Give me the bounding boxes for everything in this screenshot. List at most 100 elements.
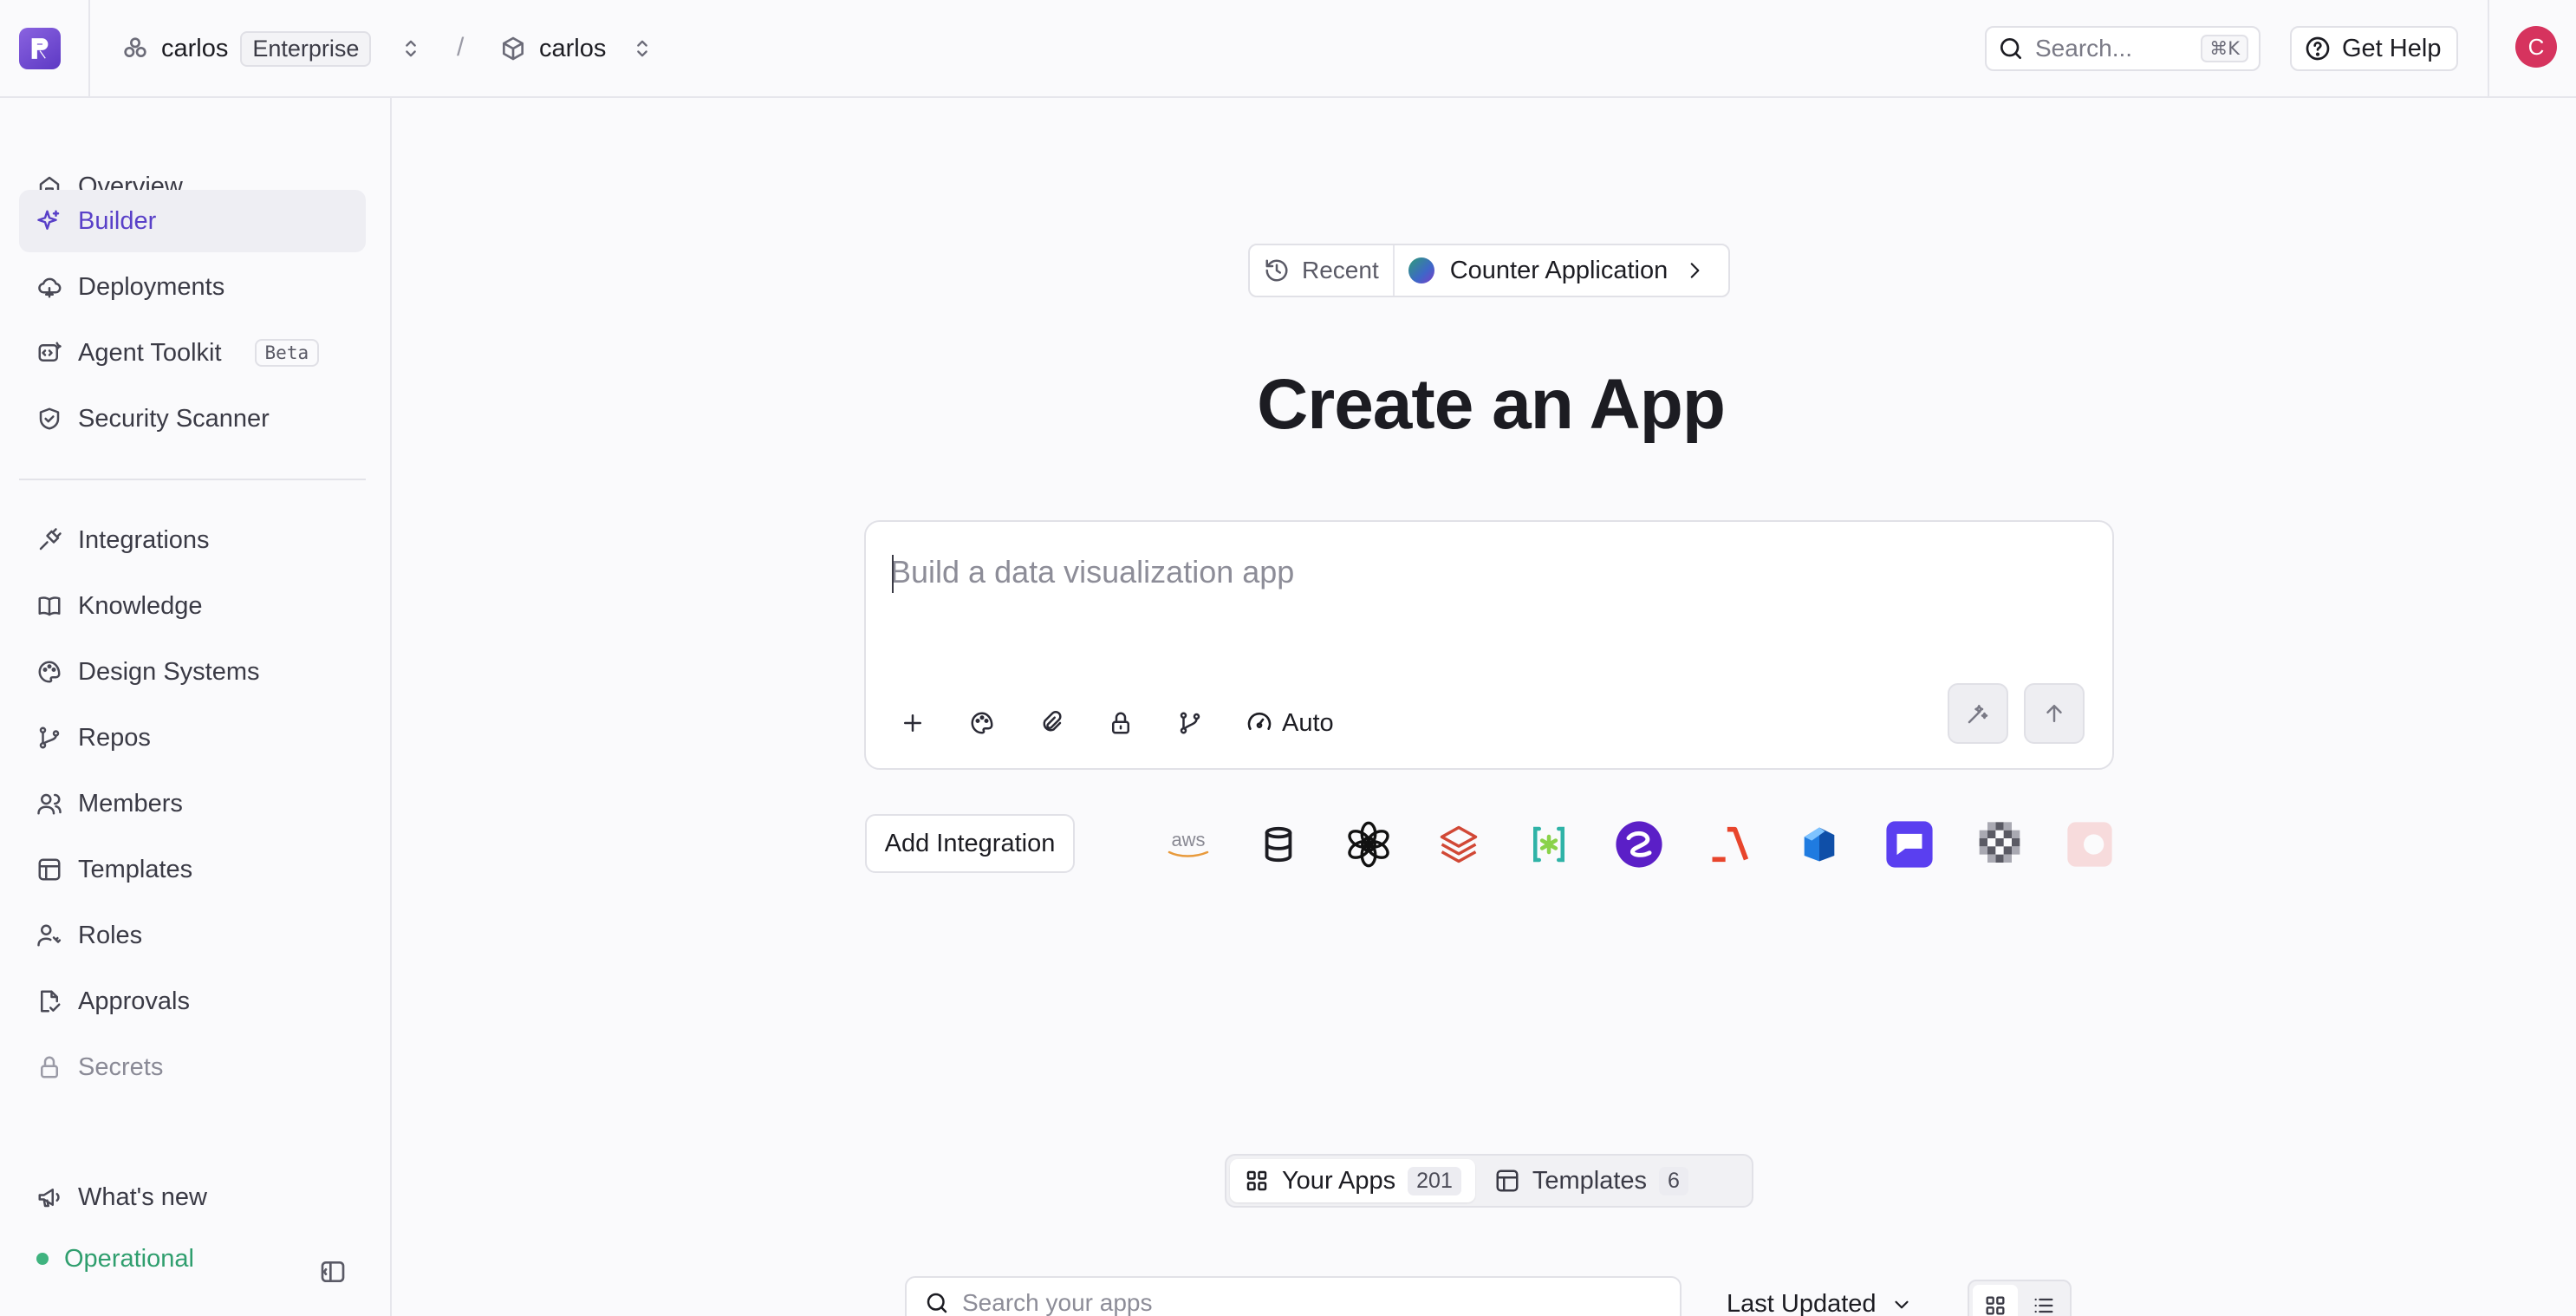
tab-count: 6	[1659, 1166, 1688, 1195]
model-mode-selector[interactable]: Auto	[1246, 704, 1334, 742]
paperclip-icon	[1043, 710, 1062, 732]
apps-search-field[interactable]	[905, 1276, 1682, 1316]
lock-icon	[41, 1056, 58, 1078]
repo-branch-button[interactable]	[1171, 704, 1209, 742]
faded-logo[interactable]	[2063, 818, 2115, 871]
gauge-icon	[1247, 712, 1272, 730]
sidebar-item-roles[interactable]: Roles	[19, 904, 366, 967]
template-icon	[38, 858, 61, 881]
sidebar-item-label: Secrets	[78, 1052, 164, 1081]
enhance-prompt-button[interactable]	[1948, 683, 2008, 744]
add-integration-button[interactable]: Add Integration	[865, 814, 1075, 873]
recent-label-group: Recent	[1250, 245, 1395, 296]
sidebar-item-knowledge[interactable]: Knowledge	[19, 575, 366, 637]
sidebar-item-agent-toolkit[interactable]: Agent Toolkit Beta	[19, 322, 366, 384]
recent-app-link[interactable]: Counter Application	[1395, 257, 1721, 285]
sidebar-item-label: Knowledge	[78, 591, 203, 620]
sidebar-item-whats-new[interactable]: What's new	[19, 1166, 366, 1228]
sidebar-item-label: Repos	[78, 723, 151, 752]
shield-icon	[39, 407, 60, 430]
sidebar-item-label: Agent Toolkit	[78, 338, 222, 367]
aws-logo[interactable]: aws	[1161, 818, 1215, 871]
collapse-sidebar-icon[interactable]	[319, 1258, 347, 1286]
sort-label: Last Updated	[1727, 1290, 1877, 1316]
project-name: carlos	[539, 34, 607, 62]
logo-mark-icon	[31, 38, 49, 59]
list-icon	[2034, 1298, 2053, 1313]
recent-app-pill[interactable]: Recent Counter Application	[1248, 244, 1730, 297]
get-help-label: Get Help	[2342, 34, 2442, 62]
status-indicator[interactable]: Operational	[36, 1240, 357, 1278]
sidebar-item-secrets[interactable]: Secrets	[19, 1036, 366, 1098]
sidebar-item-members[interactable]: Members	[19, 772, 366, 835]
get-help-button[interactable]: Get Help	[2290, 26, 2458, 71]
git-branch-icon	[1180, 712, 1200, 734]
apps-search-input[interactable]	[962, 1289, 1656, 1316]
prompt-composer: Auto	[864, 520, 2114, 770]
sidebar-item-label: Approvals	[78, 987, 190, 1015]
openai-logo[interactable]	[1342, 818, 1395, 871]
submit-prompt-button[interactable]	[2024, 683, 2085, 744]
sidebar-item-repos[interactable]: Repos	[19, 707, 366, 769]
faded-square-icon	[2067, 822, 2112, 867]
checker-logo[interactable]	[1973, 818, 2026, 871]
cloud-icon	[38, 277, 62, 298]
grid-icon	[1986, 1296, 2005, 1315]
workspace-switcher[interactable]: carlos Enterprise	[121, 29, 423, 68]
layers-icon	[1440, 825, 1478, 863]
sidebar-item-security-scanner[interactable]: Security Scanner	[19, 388, 366, 450]
help-icon	[2306, 36, 2330, 61]
apps-tabs: Your Apps 201 Templates 6	[1225, 1154, 1753, 1208]
sort-dropdown[interactable]: Last Updated	[1727, 1290, 1913, 1316]
grid-view-button[interactable]	[1973, 1285, 2018, 1316]
private-mode-button[interactable]	[1102, 704, 1140, 742]
sidebar-item-builder[interactable]: Builder	[19, 190, 366, 252]
add-attachment-button[interactable]	[894, 704, 932, 742]
git-branch-icon	[39, 726, 60, 749]
tab-label: Templates	[1532, 1166, 1648, 1195]
bracket-logo[interactable]	[1522, 818, 1576, 871]
prompt-input[interactable]	[890, 548, 2017, 596]
chevron-down-icon	[1894, 1300, 1909, 1308]
attach-file-button[interactable]	[1032, 704, 1070, 742]
project-switcher[interactable]: carlos	[499, 29, 654, 68]
search-icon	[927, 1293, 947, 1313]
lambda-logo[interactable]	[1702, 818, 1756, 871]
database-logo[interactable]	[1252, 818, 1305, 871]
text-caret	[892, 555, 894, 593]
plug-icon	[39, 528, 62, 551]
list-view-button[interactable]	[2021, 1285, 2066, 1316]
sidebar-item-label: What's new	[78, 1182, 207, 1211]
sidebar-item-templates[interactable]: Templates	[19, 838, 366, 901]
chat-square-icon	[1886, 821, 1933, 868]
sidebar-item-approvals[interactable]: Approvals	[19, 970, 366, 1033]
avatar[interactable]: C	[2515, 26, 2557, 68]
status-dot	[36, 1253, 49, 1265]
search-placeholder: Search...	[2035, 35, 2133, 62]
sparkle-icon	[37, 210, 60, 230]
user-key-icon	[37, 924, 62, 947]
chat-logo[interactable]	[1883, 818, 1936, 871]
magic-wand-icon	[1968, 705, 1988, 724]
swirl-circle-icon	[1616, 821, 1662, 868]
book-icon	[38, 596, 61, 616]
cube-logo[interactable]	[1792, 818, 1846, 871]
search-shortcut: ⌘K	[2201, 35, 2248, 62]
app-logo[interactable]	[19, 28, 61, 69]
design-system-button[interactable]	[963, 704, 1001, 742]
mode-label: Auto	[1282, 708, 1334, 737]
sidebar-item-design-systems[interactable]: Design Systems	[19, 641, 366, 703]
tab-templates[interactable]: Templates 6	[1480, 1159, 1702, 1202]
database-icon	[1265, 826, 1292, 863]
global-search[interactable]: Search... ⌘K	[1985, 26, 2261, 71]
sidebar-item-label: Integrations	[78, 525, 210, 554]
tab-your-apps[interactable]: Your Apps 201	[1230, 1159, 1475, 1202]
tab-count: 201	[1408, 1166, 1461, 1195]
sidebar-item-integrations[interactable]: Integrations	[19, 509, 366, 571]
circle-logo[interactable]	[1612, 818, 1666, 871]
azure-cube-icon	[1804, 827, 1835, 862]
sidebar-item-deployments[interactable]: Deployments	[19, 256, 366, 318]
databricks-logo[interactable]	[1432, 818, 1486, 871]
beta-badge: Beta	[254, 339, 320, 367]
checker-icon	[1979, 822, 2020, 863]
